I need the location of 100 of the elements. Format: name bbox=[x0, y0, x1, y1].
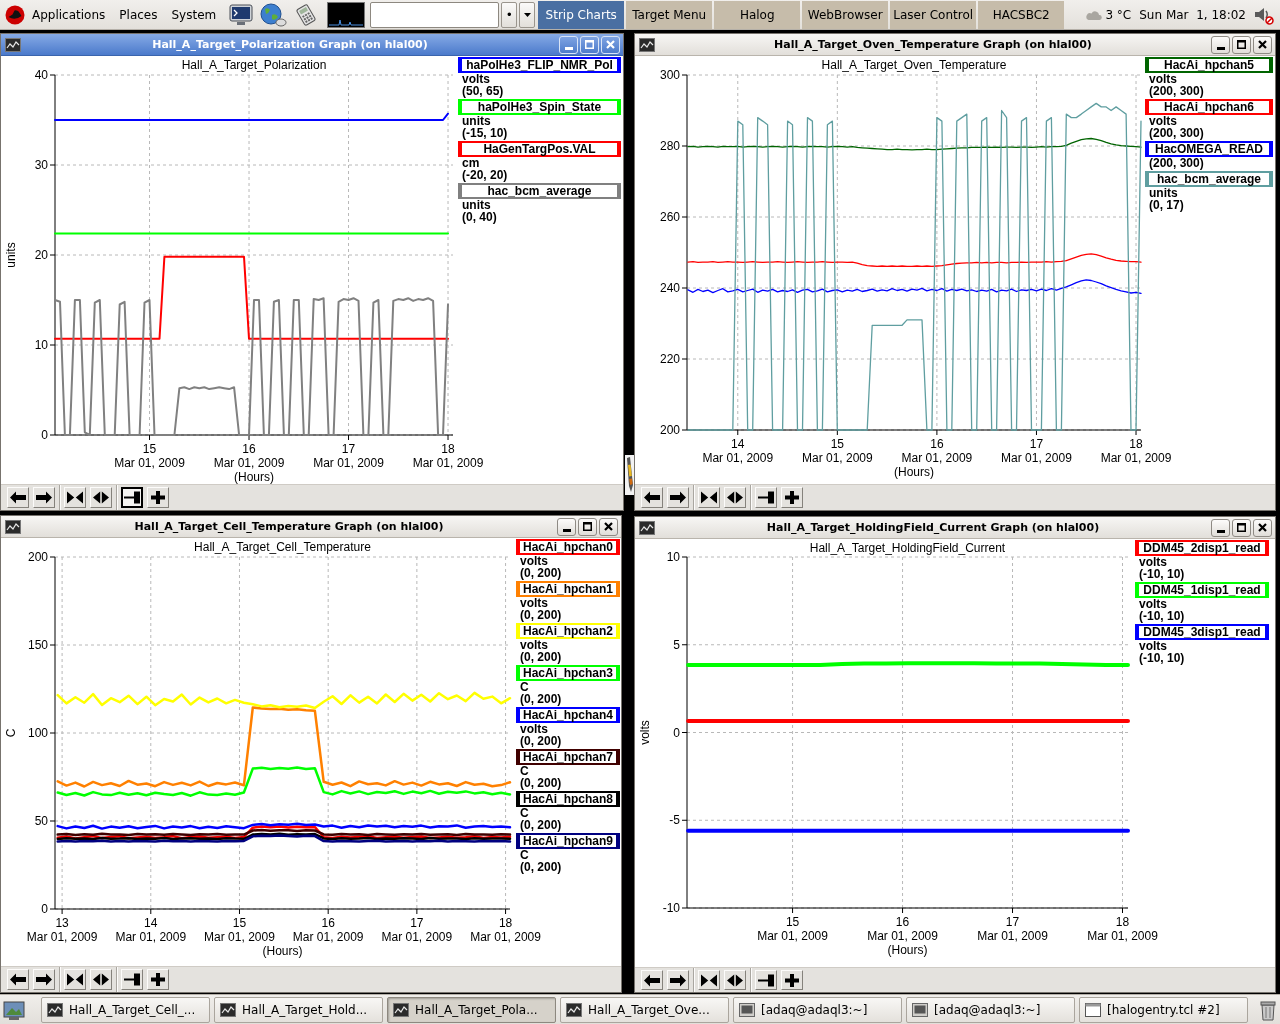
task-button[interactable]: Hall_A_Target_Cell_... bbox=[41, 996, 210, 1023]
series-legend-button[interactable]: haPolHe3_FLIP_NMR_Pol bbox=[458, 57, 621, 73]
series-legend-button[interactable]: HacAi_hpchan4 bbox=[516, 707, 620, 723]
series-legend-button[interactable]: DDM45_3disp1_read bbox=[1135, 624, 1269, 640]
series-legend-button[interactable]: HacAi_hpchan1 bbox=[516, 581, 620, 597]
range-label: (0, 200) bbox=[519, 693, 563, 705]
add-button[interactable] bbox=[147, 969, 169, 990]
pan-right-button[interactable] bbox=[33, 487, 55, 508]
series-legend-button[interactable]: HaGenTargPos.VAL bbox=[458, 141, 621, 157]
close-button[interactable] bbox=[599, 517, 618, 536]
series-legend-button[interactable]: DDM45_1disp1_read bbox=[1135, 582, 1269, 598]
pan-left-button[interactable] bbox=[641, 970, 663, 990]
series-legend-button[interactable]: hac_bcm_average bbox=[458, 183, 621, 199]
trash-icon[interactable] bbox=[1258, 998, 1278, 1021]
text-entry-field[interactable] bbox=[370, 1, 500, 28]
y-tick-label: -10 bbox=[662, 901, 680, 915]
workspace-button[interactable]: Target Menu bbox=[626, 0, 713, 29]
x-tick-label: 17 bbox=[410, 916, 424, 930]
pan-right-button[interactable] bbox=[33, 969, 55, 990]
globe-icon[interactable] bbox=[259, 2, 288, 27]
series-legend-button[interactable]: HacAi_hpchan8 bbox=[516, 791, 620, 807]
pan-left-button[interactable] bbox=[7, 969, 29, 990]
zoom-in-button[interactable] bbox=[64, 487, 86, 508]
series-legend-button[interactable]: HacAi_hpchan2 bbox=[516, 623, 620, 639]
dropdown-button[interactable] bbox=[519, 1, 536, 28]
series-legend-button[interactable]: HacAi_hpchan0 bbox=[516, 539, 620, 555]
activity-graph-icon[interactable] bbox=[327, 1, 366, 28]
terminal-icon[interactable] bbox=[229, 3, 254, 26]
x-tick-label: 17 bbox=[341, 442, 356, 456]
unit-label: volts bbox=[1138, 598, 1168, 610]
series-legend-button[interactable]: HacAi_hpchan5 bbox=[1145, 57, 1273, 73]
minimize-button[interactable] bbox=[1211, 518, 1230, 537]
y-tick-label: 240 bbox=[659, 281, 680, 295]
auto-scroll-button[interactable] bbox=[121, 487, 143, 508]
inward-triangles-icon bbox=[701, 491, 717, 504]
maximize-button[interactable] bbox=[578, 517, 597, 536]
menu-item[interactable]: System bbox=[164, 7, 224, 22]
pan-left-button[interactable] bbox=[641, 487, 663, 508]
graph-icon[interactable] bbox=[5, 519, 21, 534]
workspace-button[interactable]: Laser Control bbox=[890, 0, 977, 29]
x-tick-date: Mar 01, 2009 bbox=[802, 451, 873, 465]
task-button[interactable]: [halogentry.tcl #2] bbox=[1079, 996, 1248, 1023]
series-legend-button[interactable]: haPolHe3_Spin_State bbox=[458, 99, 621, 115]
series-legend-button[interactable]: HacAi_hpchan7 bbox=[516, 749, 620, 765]
minimize-button[interactable] bbox=[557, 517, 576, 536]
zoom-in-button[interactable] bbox=[698, 487, 720, 508]
clock-label[interactable]: Sun Mar 1, 18:02 bbox=[1139, 7, 1246, 22]
add-button[interactable] bbox=[147, 487, 169, 508]
maximize-button[interactable] bbox=[1232, 35, 1251, 54]
task-button[interactable]: Hall_A_Target_Hold... bbox=[214, 996, 383, 1023]
zoom-in-button[interactable] bbox=[698, 970, 720, 990]
menu-item[interactable]: Applications bbox=[25, 7, 113, 22]
add-button[interactable] bbox=[781, 487, 803, 508]
temperature-label[interactable]: 3 °C bbox=[1105, 7, 1132, 22]
workspace-button[interactable]: Halog bbox=[714, 0, 801, 29]
minimize-button[interactable] bbox=[1211, 35, 1230, 54]
graph-icon[interactable] bbox=[639, 37, 655, 52]
task-button[interactable]: [adaq@adaql3:~] bbox=[733, 996, 902, 1023]
title-bar[interactable]: Hall_A_Target_HoldingField_Current Graph (on hlal00) bbox=[635, 517, 1275, 539]
y-tick-label: 220 bbox=[659, 352, 680, 366]
add-button[interactable] bbox=[781, 970, 803, 990]
range-label: (0, 200) bbox=[519, 609, 563, 621]
close-icon bbox=[1258, 523, 1267, 532]
workspace-button[interactable]: HACSBC2 bbox=[978, 0, 1065, 29]
graph-icon[interactable] bbox=[5, 37, 21, 52]
zoom-out-button[interactable] bbox=[90, 487, 112, 508]
graph-icon[interactable] bbox=[639, 520, 655, 535]
minimize-icon bbox=[1216, 529, 1225, 533]
task-button[interactable]: [adaq@adaql3:~] bbox=[906, 996, 1075, 1023]
zoom-in-button[interactable] bbox=[64, 969, 86, 990]
maximize-button[interactable] bbox=[1232, 518, 1251, 537]
series-legend-button[interactable]: hac_bcm_average bbox=[1145, 171, 1273, 187]
pan-right-button[interactable] bbox=[667, 487, 689, 508]
zoom-out-button[interactable] bbox=[724, 970, 746, 990]
series-legend-button[interactable]: DDM45_2disp1_read bbox=[1135, 540, 1269, 556]
pan-left-button[interactable] bbox=[7, 487, 29, 508]
zoom-out-button[interactable] bbox=[90, 969, 112, 990]
close-button[interactable] bbox=[1253, 35, 1272, 54]
desktop-icon[interactable] bbox=[3, 998, 27, 1021]
zoom-out-button[interactable] bbox=[724, 487, 746, 508]
pencil-icon[interactable] bbox=[625, 455, 634, 495]
hat-logo-icon[interactable] bbox=[5, 4, 25, 25]
x-tick-label: 18 bbox=[1115, 915, 1130, 929]
series-legend-button[interactable]: HacAi_hpchan9 bbox=[516, 833, 620, 849]
task-button[interactable]: Hall_A_Target_Pola... bbox=[387, 996, 556, 1023]
series-legend-button[interactable]: HacOMEGA_READ bbox=[1145, 141, 1273, 157]
range-label: (0, 200) bbox=[519, 819, 563, 831]
title-bar[interactable]: Hall_A_Target_Oven_Temperature Graph (on hlal00) bbox=[635, 34, 1275, 56]
pan-right-button[interactable] bbox=[667, 970, 689, 990]
series-legend-button[interactable]: HacAi_hpchan6 bbox=[1145, 99, 1273, 115]
menu-item[interactable]: Places bbox=[112, 7, 165, 22]
dot-button[interactable]: • bbox=[501, 1, 518, 28]
x-axis-label: (Hours) bbox=[234, 470, 274, 484]
unit-label: units bbox=[461, 199, 492, 211]
close-button[interactable] bbox=[1253, 518, 1272, 537]
workspace-button[interactable]: WebBrowser bbox=[802, 0, 889, 29]
workspace-button[interactable]: Strip Charts bbox=[538, 0, 625, 29]
title-bar[interactable]: Hall_A_Target_Cell_Temperature Graph (on hlal00) bbox=[1, 516, 621, 538]
series-legend-button[interactable]: HacAi_hpchan3 bbox=[516, 665, 620, 681]
task-button[interactable]: Hall_A_Target_Ove... bbox=[560, 996, 729, 1023]
